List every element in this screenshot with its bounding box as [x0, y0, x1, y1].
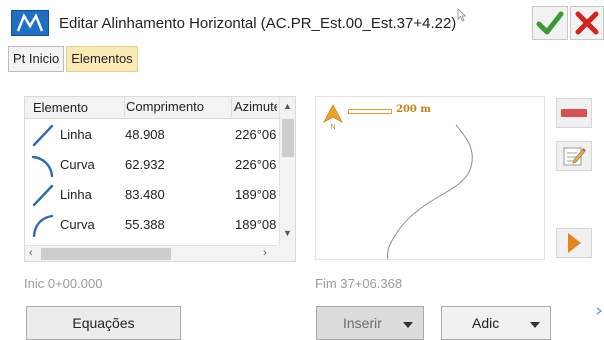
scroll-up-icon[interactable]: ▲: [283, 101, 292, 111]
horizontal-scrollbar[interactable]: ‹ ›: [25, 245, 281, 261]
mouse-cursor-icon: [457, 8, 467, 22]
edit-element-button[interactable]: [556, 141, 592, 171]
equations-button-label: Equações: [72, 315, 135, 331]
edge-indicator-icon: [596, 307, 602, 315]
add-button-label: Adic: [472, 315, 500, 331]
vertical-scrollbar[interactable]: ▲ ▼: [279, 97, 295, 245]
element-type: Curva: [60, 217, 95, 232]
alignment-path: [387, 124, 473, 260]
edit-note-icon: [563, 147, 586, 166]
curve-arc-icon: [31, 155, 54, 177]
curve-arc-icon: [32, 214, 54, 237]
element-azimuth: 189°08: [235, 217, 277, 232]
table-row[interactable]: Curva 62.932 226°06: [25, 149, 281, 179]
element-length: 62.932: [125, 157, 165, 172]
column-header-length[interactable]: Comprimento: [124, 97, 222, 117]
element-type: Linha: [60, 187, 92, 202]
scroll-left-icon[interactable]: ‹: [29, 247, 33, 259]
accept-button[interactable]: [532, 6, 568, 40]
tab-pt-inicio[interactable]: Pt Inicio: [8, 46, 65, 72]
chevron-down-icon: [403, 322, 413, 328]
equations-button[interactable]: Equações: [26, 306, 181, 340]
scroll-down-icon[interactable]: ▼: [283, 228, 292, 238]
column-header-element[interactable]: Elemento: [33, 100, 121, 115]
line-segment-icon: [32, 184, 54, 207]
elements-table[interactable]: Elemento Comprimento Azimute Linha 48.90…: [24, 96, 296, 262]
end-station: Fim 37+06.368: [315, 276, 403, 291]
delete-element-button[interactable]: [556, 98, 592, 128]
table-row[interactable]: Linha 83.480 189°08: [25, 179, 281, 209]
delete-element-icon: [561, 109, 587, 117]
element-type: Linha: [60, 127, 92, 142]
element-azimuth: 226°06: [235, 157, 277, 172]
chevron-down-icon: [530, 322, 540, 328]
add-button[interactable]: Adic: [441, 306, 551, 340]
insert-button[interactable]: Inserir: [316, 306, 424, 340]
table-row[interactable]: Linha 48.908 226°06: [25, 119, 281, 149]
horizontal-scroll-thumb[interactable]: [41, 248, 171, 260]
table-row[interactable]: Curva 55.388 189°08: [25, 209, 281, 239]
expand-button[interactable]: [556, 228, 592, 258]
cancel-button[interactable]: [570, 6, 604, 40]
column-header-azimuth[interactable]: Azimute: [231, 97, 277, 117]
scroll-right-icon[interactable]: ›: [263, 247, 267, 259]
tab-strip: Pt Inicio Elementos: [8, 46, 138, 72]
alignment-map[interactable]: N 200 m: [315, 96, 545, 260]
start-station: Inic 0+00.000: [24, 276, 103, 291]
tab-elementos[interactable]: Elementos: [66, 46, 138, 72]
window-title: Editar Alinhamento Horizontal (AC.PR_Est…: [59, 15, 457, 32]
line-segment-icon: [32, 124, 54, 147]
element-length: 83.480: [125, 187, 165, 202]
close-x-icon: [575, 11, 599, 35]
play-arrow-icon: [568, 233, 581, 253]
element-azimuth: 226°06: [235, 127, 277, 142]
element-type: Curva: [60, 157, 95, 172]
element-azimuth: 189°08: [235, 187, 277, 202]
table-header: Elemento Comprimento Azimute: [25, 97, 295, 119]
scrollbar-corner: [279, 245, 295, 261]
insert-button-label: Inserir: [343, 315, 382, 331]
title-bar: Editar Alinhamento Horizontal (AC.PR_Est…: [0, 0, 604, 44]
m-logo-icon[interactable]: [11, 10, 49, 36]
element-length: 55.388: [125, 217, 165, 232]
element-length: 48.908: [125, 127, 165, 142]
checkmark-icon: [536, 11, 564, 35]
vertical-scroll-thumb[interactable]: [282, 119, 294, 157]
